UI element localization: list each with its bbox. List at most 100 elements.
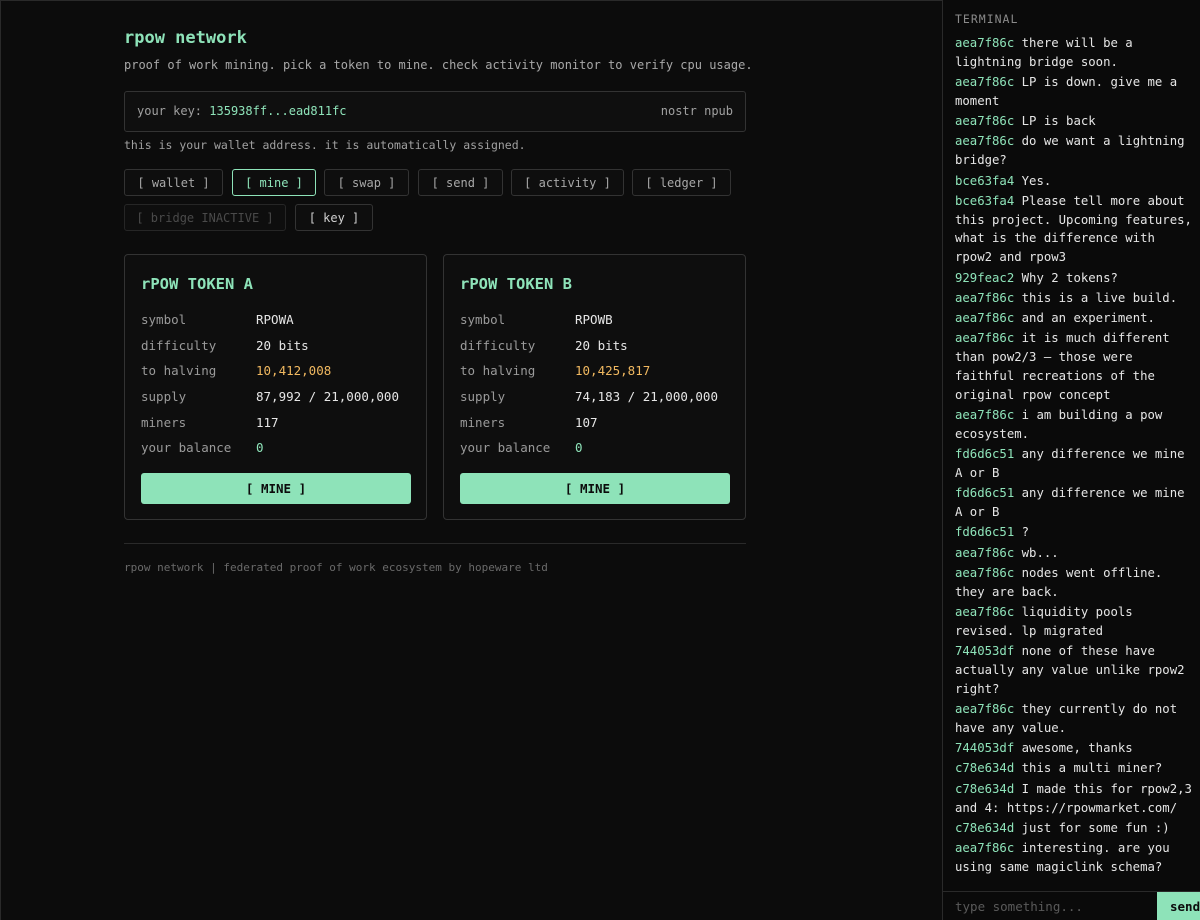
terminal-message: aea7f86c interesting. are you using same…	[955, 839, 1195, 877]
message-text: this is a live build.	[1021, 290, 1178, 305]
terminal-messages[interactable]: aea7f86c there will be a lightning bridg…	[955, 34, 1195, 888]
message-author[interactable]: aea7f86c	[955, 408, 1014, 422]
terminal-input[interactable]	[943, 892, 1157, 920]
key-box: your key: 135938ff...ead811fc nostr npub	[124, 91, 746, 132]
message-author[interactable]: bce63fa4	[955, 194, 1014, 208]
row-label: your balance	[460, 440, 551, 455]
row-value: RPOWA	[256, 312, 294, 327]
message-author[interactable]: aea7f86c	[955, 36, 1014, 50]
message-author[interactable]: aea7f86c	[955, 566, 1014, 580]
key-note: this is your wallet address. it is autom…	[124, 138, 526, 152]
row-label: symbol	[141, 312, 187, 327]
message-author[interactable]: c78e634d	[955, 821, 1014, 835]
send-button[interactable]: send	[1157, 892, 1200, 920]
message-author[interactable]: fd6d6c51	[955, 525, 1014, 539]
key-type: nostr npub	[660, 104, 733, 118]
message-author[interactable]: aea7f86c	[955, 311, 1014, 325]
nav-send-button[interactable]: [ send ]	[418, 169, 503, 196]
message-author[interactable]: aea7f86c	[955, 841, 1014, 855]
token-row-balance: your balance 0	[460, 440, 740, 456]
terminal-title: TERMINAL	[955, 12, 1019, 26]
message-author[interactable]: 744053df	[955, 644, 1014, 658]
row-label: to halving	[141, 363, 217, 378]
message-text: just for some fun :)	[1021, 820, 1170, 835]
token-card-b: rPOW TOKEN B symbol RPOWB difficulty 20 bi…	[443, 254, 746, 520]
token-row-symbol: symbol RPOWB	[460, 312, 740, 328]
message-author[interactable]: fd6d6c51	[955, 447, 1014, 461]
terminal-message: 744053df none of these have actually any…	[955, 642, 1195, 698]
row-label: difficulty	[141, 338, 217, 353]
nav-bridge-button[interactable]: [ bridge INACTIVE ]	[124, 204, 286, 231]
message-text: awesome, thanks	[1021, 741, 1133, 756]
nav-swap-button[interactable]: [ swap ]	[324, 169, 409, 196]
message-author[interactable]: aea7f86c	[955, 331, 1014, 345]
terminal-message: fd6d6c51 ?	[955, 523, 1195, 542]
terminal-message: 929feac2 Why 2 tokens?	[955, 269, 1195, 288]
terminal-message: aea7f86c this is a live build.	[955, 289, 1195, 308]
message-author[interactable]: aea7f86c	[955, 75, 1014, 89]
mine-button-b[interactable]: [ MINE ]	[460, 473, 730, 504]
terminal-input-bar: send	[943, 891, 1200, 920]
terminal-message: 744053df awesome, thanks	[955, 739, 1195, 758]
message-author[interactable]: c78e634d	[955, 782, 1014, 796]
message-author[interactable]: 929feac2	[955, 271, 1014, 285]
token-card-a: rPOW TOKEN A symbol RPOWA difficulty 20 bi…	[124, 254, 427, 520]
terminal-panel: TERMINAL aea7f86c there will be a lightn…	[942, 0, 1200, 920]
token-row-supply: supply 87,992 / 21,000,000	[141, 389, 421, 405]
terminal-message: aea7f86c it is much different than pow2/…	[955, 329, 1195, 404]
token-row-difficulty: difficulty 20 bits	[460, 338, 740, 354]
message-author[interactable]: aea7f86c	[955, 134, 1014, 148]
nav-key-button[interactable]: [ key ]	[295, 204, 373, 231]
terminal-message: aea7f86c they currently do not have any …	[955, 700, 1195, 738]
message-author[interactable]: bce63fa4	[955, 174, 1014, 188]
row-value: 10,412,008	[256, 363, 332, 378]
message-author[interactable]: c78e634d	[955, 761, 1014, 775]
token-title: rPOW TOKEN A	[141, 275, 253, 293]
message-author[interactable]: 744053df	[955, 741, 1014, 755]
terminal-message: bce63fa4 Please tell more about this pro…	[955, 192, 1195, 267]
message-author[interactable]: aea7f86c	[955, 605, 1014, 619]
terminal-message: bce63fa4 Yes.	[955, 172, 1195, 191]
token-row-miners: miners 117	[141, 415, 421, 431]
message-author[interactable]: fd6d6c51	[955, 486, 1014, 500]
terminal-message: fd6d6c51 any difference we mine A or B	[955, 484, 1195, 522]
row-label: miners	[460, 415, 506, 430]
message-author[interactable]: aea7f86c	[955, 546, 1014, 560]
row-value: 10,425,817	[575, 363, 651, 378]
terminal-message: c78e634d I made this for rpow2,3 and 4: …	[955, 780, 1195, 818]
terminal-message: c78e634d just for some fun :)	[955, 819, 1195, 838]
row-value: 0	[575, 440, 583, 455]
message-author[interactable]: aea7f86c	[955, 114, 1014, 128]
row-label: supply	[141, 389, 187, 404]
message-text: LP is back	[1021, 114, 1096, 129]
key-label-text: your key:	[137, 104, 203, 118]
row-label: miners	[141, 415, 187, 430]
key-value[interactable]: 135938ff...ead811fc	[209, 104, 346, 118]
message-text: Why 2 tokens?	[1021, 270, 1118, 285]
nav-ledger-button[interactable]: [ ledger ]	[632, 169, 731, 196]
nav-wallet-button[interactable]: [ wallet ]	[124, 169, 223, 196]
token-row-supply: supply 74,183 / 21,000,000	[460, 389, 740, 405]
terminal-message: aea7f86c nodes went offline. they are ba…	[955, 564, 1195, 602]
terminal-message: aea7f86c there will be a lightning bridg…	[955, 34, 1195, 72]
row-value: 74,183 / 21,000,000	[575, 389, 718, 404]
nav-mine-button[interactable]: [ mine ]	[232, 169, 316, 196]
row-value: 117	[256, 415, 279, 430]
row-value: 20 bits	[256, 338, 309, 353]
message-author[interactable]: aea7f86c	[955, 291, 1014, 305]
key-label: your key: 135938ff...ead811fc	[137, 104, 347, 118]
message-author[interactable]: aea7f86c	[955, 702, 1014, 716]
terminal-message: aea7f86c and an experiment.	[955, 309, 1195, 328]
page-subtitle: proof of work mining. pick a token to mi…	[124, 58, 753, 72]
terminal-message: aea7f86c LP is back	[955, 112, 1195, 131]
token-row-balance: your balance 0	[141, 440, 421, 456]
page-title: rpow network	[124, 28, 247, 48]
mine-button-a[interactable]: [ MINE ]	[141, 473, 411, 504]
row-value: 0	[256, 440, 264, 455]
message-text: this a multi miner?	[1021, 761, 1163, 776]
terminal-message: aea7f86c wb...	[955, 544, 1195, 563]
terminal-message: aea7f86c do we want a lightning bridge?	[955, 132, 1195, 170]
nav-activity-button[interactable]: [ activity ]	[511, 169, 624, 196]
token-row-halving: to halving 10,425,817	[460, 363, 740, 379]
message-text: Yes.	[1021, 173, 1052, 188]
